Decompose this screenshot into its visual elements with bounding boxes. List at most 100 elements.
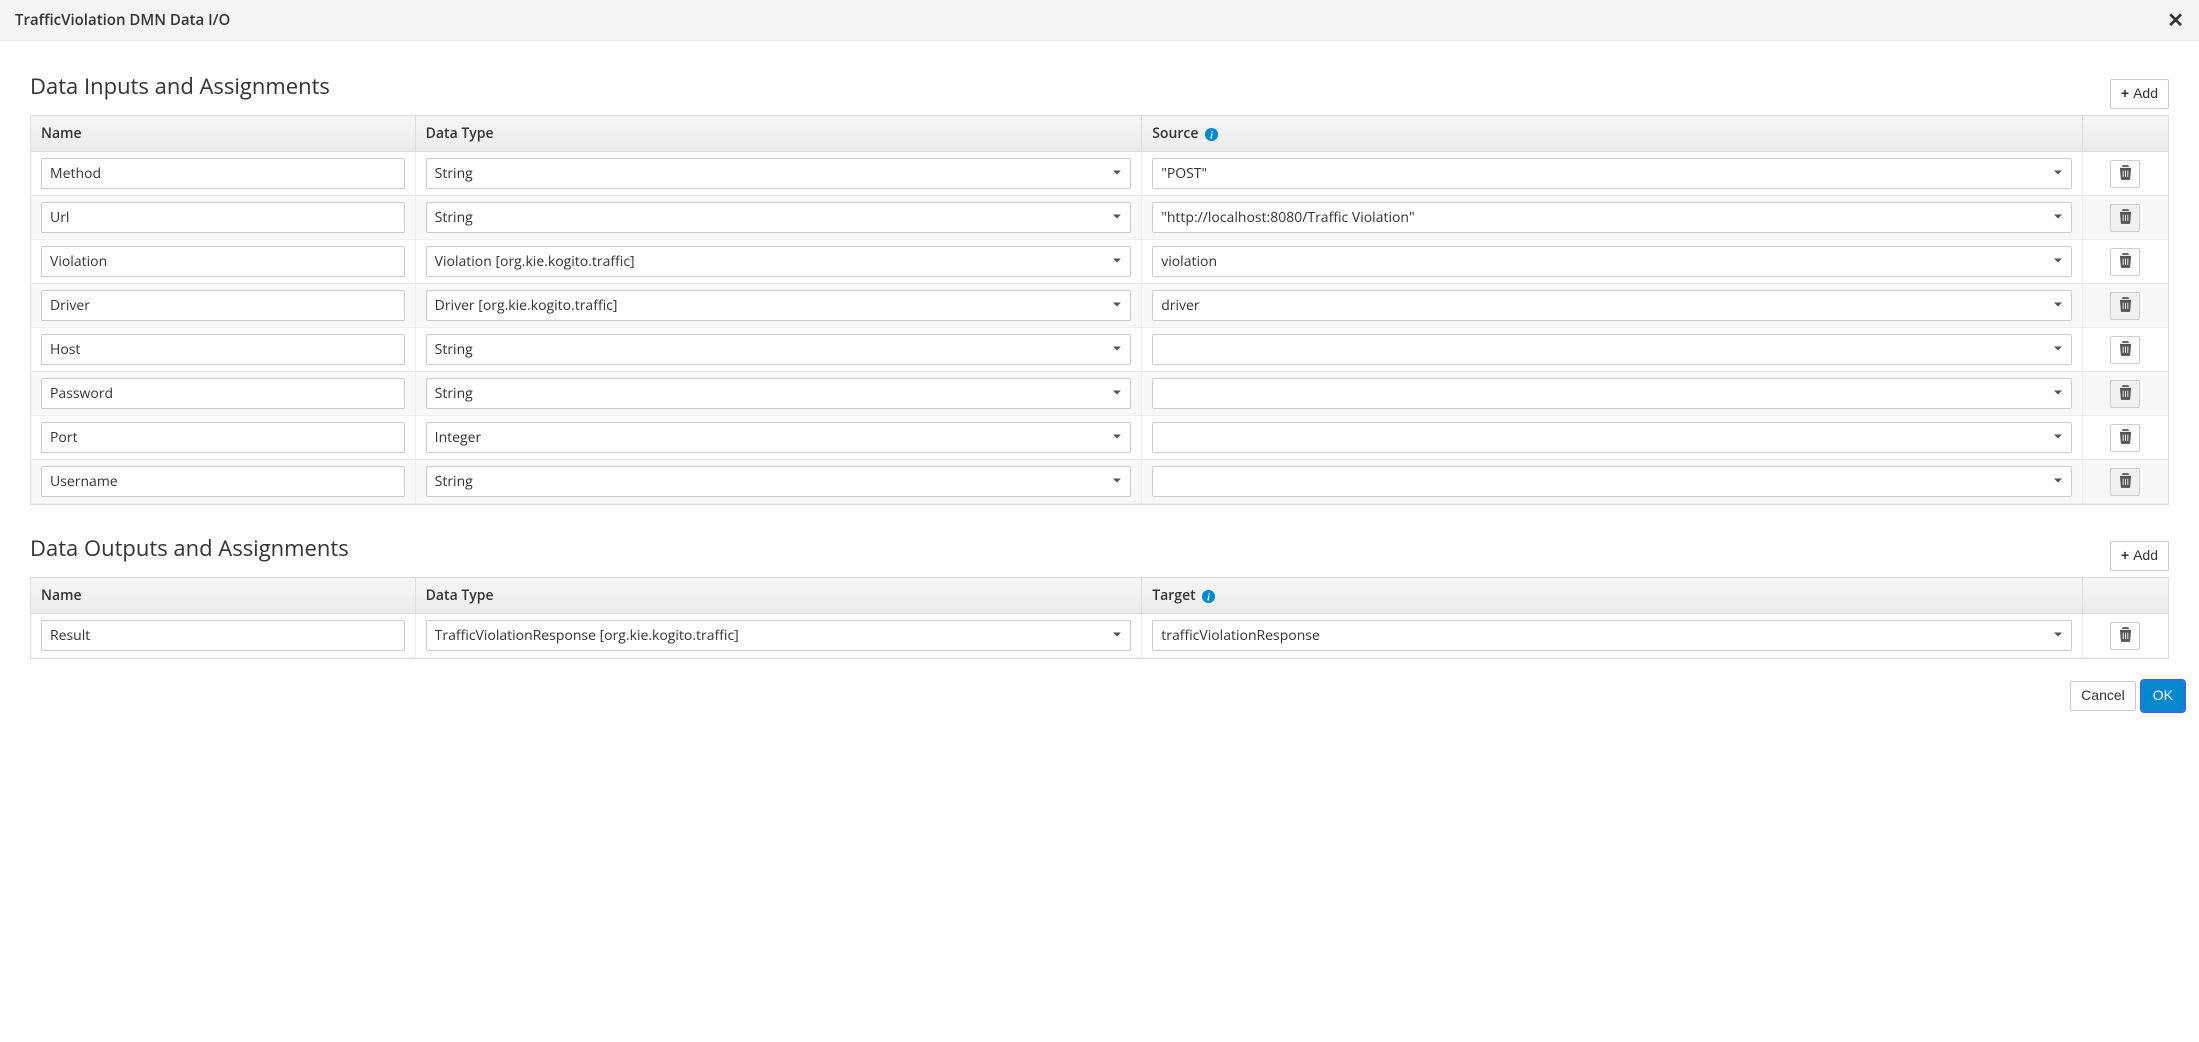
outputs-name-input[interactable] bbox=[41, 620, 405, 651]
ok-button[interactable]: OK bbox=[2142, 681, 2184, 711]
inputs-type-value[interactable] bbox=[426, 466, 1132, 497]
cell-name bbox=[31, 372, 416, 416]
inputs-type-select[interactable] bbox=[426, 290, 1132, 321]
inputs-source-select[interactable] bbox=[1152, 466, 2071, 497]
cell-actions bbox=[2083, 460, 2169, 504]
delete-row-button[interactable] bbox=[2110, 160, 2140, 188]
inputs-type-select[interactable] bbox=[426, 202, 1132, 233]
inputs-source-value[interactable] bbox=[1152, 246, 2071, 277]
cell-type bbox=[416, 416, 1143, 460]
inputs-source-value[interactable] bbox=[1152, 290, 2071, 321]
inputs-source-select[interactable] bbox=[1152, 246, 2071, 277]
inputs-type-value[interactable] bbox=[426, 334, 1132, 365]
cell-source bbox=[1142, 240, 2082, 284]
close-icon[interactable]: ✕ bbox=[2167, 10, 2184, 30]
cell-actions bbox=[2083, 614, 2169, 658]
inputs-col-source-label: Source bbox=[1152, 124, 1198, 143]
table-row bbox=[31, 614, 2168, 658]
inputs-name-input[interactable] bbox=[41, 334, 405, 365]
inputs-source-select[interactable] bbox=[1152, 422, 2071, 453]
cell-actions bbox=[2083, 416, 2169, 460]
cell-name bbox=[31, 460, 416, 504]
cell-type bbox=[416, 196, 1143, 240]
inputs-type-select[interactable] bbox=[426, 378, 1132, 409]
inputs-name-input[interactable] bbox=[41, 158, 405, 189]
cell-name bbox=[31, 240, 416, 284]
outputs-type-select[interactable] bbox=[426, 620, 1132, 651]
inputs-type-select[interactable] bbox=[426, 158, 1132, 189]
outputs-table-header-row: Name Data Type Target i bbox=[31, 578, 2168, 614]
inputs-type-value[interactable] bbox=[426, 422, 1132, 453]
inputs-type-value[interactable] bbox=[426, 290, 1132, 321]
delete-row-button[interactable] bbox=[2110, 248, 2140, 276]
info-icon[interactable]: i bbox=[1204, 127, 1219, 142]
inputs-name-input[interactable] bbox=[41, 202, 405, 233]
add-output-button[interactable]: +Add bbox=[2110, 541, 2169, 571]
inputs-source-value[interactable] bbox=[1152, 334, 2071, 365]
delete-row-button[interactable] bbox=[2110, 468, 2140, 496]
inputs-type-value[interactable] bbox=[426, 378, 1132, 409]
inputs-source-select[interactable] bbox=[1152, 290, 2071, 321]
cancel-button[interactable]: Cancel bbox=[2070, 681, 2136, 711]
inputs-source-value[interactable] bbox=[1152, 466, 2071, 497]
outputs-col-name: Name bbox=[31, 578, 416, 614]
cell-type bbox=[416, 372, 1143, 416]
inputs-name-input[interactable] bbox=[41, 422, 405, 453]
delete-row-button[interactable] bbox=[2110, 622, 2140, 650]
inputs-type-select[interactable] bbox=[426, 246, 1132, 277]
cell-actions bbox=[2083, 284, 2169, 328]
inputs-type-select[interactable] bbox=[426, 334, 1132, 365]
add-input-label: Add bbox=[2133, 84, 2158, 104]
trash-icon bbox=[2119, 165, 2132, 183]
inputs-source-value[interactable] bbox=[1152, 378, 2071, 409]
table-row bbox=[31, 152, 2168, 196]
inputs-source-select[interactable] bbox=[1152, 334, 2071, 365]
cell-actions bbox=[2083, 240, 2169, 284]
inputs-source-select[interactable] bbox=[1152, 202, 2071, 233]
info-icon[interactable]: i bbox=[1201, 589, 1216, 604]
add-input-button[interactable]: +Add bbox=[2110, 79, 2169, 109]
outputs-col-target-label: Target bbox=[1152, 586, 1195, 605]
trash-icon bbox=[2119, 297, 2132, 315]
modal-header: TrafficViolation DMN Data I/O ✕ bbox=[0, 0, 2199, 41]
inputs-source-value[interactable] bbox=[1152, 422, 2071, 453]
outputs-section-title: Data Outputs and Assignments bbox=[30, 533, 349, 563]
inputs-name-input[interactable] bbox=[41, 246, 405, 277]
cell-type bbox=[416, 328, 1143, 372]
trash-icon bbox=[2119, 473, 2132, 491]
cell-source bbox=[1142, 460, 2082, 504]
inputs-col-type: Data Type bbox=[416, 116, 1143, 152]
inputs-source-select[interactable] bbox=[1152, 158, 2071, 189]
inputs-name-input[interactable] bbox=[41, 378, 405, 409]
inputs-col-source: Source i bbox=[1142, 116, 2082, 152]
delete-row-button[interactable] bbox=[2110, 424, 2140, 452]
trash-icon bbox=[2119, 385, 2132, 403]
svg-text:i: i bbox=[1207, 592, 1210, 603]
inputs-name-input[interactable] bbox=[41, 466, 405, 497]
inputs-type-select[interactable] bbox=[426, 422, 1132, 453]
outputs-col-type: Data Type bbox=[416, 578, 1143, 614]
cell-actions bbox=[2083, 196, 2169, 240]
inputs-source-select[interactable] bbox=[1152, 378, 2071, 409]
delete-row-button[interactable] bbox=[2110, 292, 2140, 320]
outputs-table: Name Data Type Target i bbox=[30, 577, 2169, 659]
delete-row-button[interactable] bbox=[2110, 204, 2140, 232]
inputs-type-select[interactable] bbox=[426, 466, 1132, 497]
delete-row-button[interactable] bbox=[2110, 380, 2140, 408]
inputs-type-value[interactable] bbox=[426, 158, 1132, 189]
cell-name bbox=[31, 614, 416, 658]
modal-title: TrafficViolation DMN Data I/O bbox=[15, 10, 230, 30]
table-row bbox=[31, 196, 2168, 240]
trash-icon bbox=[2119, 253, 2132, 271]
outputs-target-value[interactable] bbox=[1152, 620, 2071, 651]
outputs-target-select[interactable] bbox=[1152, 620, 2071, 651]
delete-row-button[interactable] bbox=[2110, 336, 2140, 364]
inputs-name-input[interactable] bbox=[41, 290, 405, 321]
trash-icon bbox=[2119, 209, 2132, 227]
cell-type bbox=[416, 240, 1143, 284]
inputs-type-value[interactable] bbox=[426, 202, 1132, 233]
inputs-type-value[interactable] bbox=[426, 246, 1132, 277]
outputs-type-value[interactable] bbox=[426, 620, 1132, 651]
inputs-source-value[interactable] bbox=[1152, 158, 2071, 189]
inputs-source-value[interactable] bbox=[1152, 202, 2071, 233]
